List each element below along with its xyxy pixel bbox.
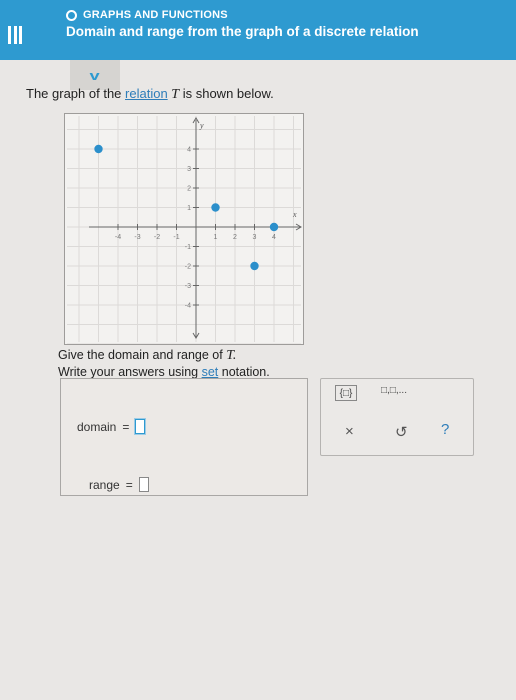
x-tick-label: 1 xyxy=(214,234,218,241)
help-icon: ? xyxy=(441,421,450,438)
answer-box: domain = range = xyxy=(60,378,308,496)
y-tick-label: -2 xyxy=(185,264,191,271)
help-button[interactable]: ? xyxy=(441,421,449,438)
topic-row: GRAPHS AND FUNCTIONS xyxy=(66,9,228,21)
intro-text: The graph of the relation T is shown bel… xyxy=(26,86,274,103)
undo-icon: ↺ xyxy=(395,424,408,441)
y-tick-label: -1 xyxy=(185,244,191,251)
x-axis-label: x xyxy=(292,210,297,219)
y-tick-label: -3 xyxy=(185,283,191,290)
set-notation-button[interactable]: {□} xyxy=(335,385,357,401)
x-tick-label: -2 xyxy=(154,234,160,241)
instructions-line-2-suffix: notation. xyxy=(221,365,270,379)
instructions-line-1: Give the domain and range of T. xyxy=(58,347,270,364)
relation-point xyxy=(250,261,259,271)
instructions-line-1-text: Give the domain and range of xyxy=(58,348,223,362)
y-tick-label: 3 xyxy=(187,166,191,173)
undo-button[interactable]: ↺ xyxy=(395,423,408,441)
list-icon: □,□,... xyxy=(381,385,407,396)
relation-link[interactable]: relation xyxy=(125,86,168,101)
y-tick-label: -4 xyxy=(185,303,191,310)
list-button[interactable]: □,□,... xyxy=(381,385,407,396)
relation-point xyxy=(269,222,279,232)
clear-button[interactable]: × xyxy=(345,423,354,440)
range-equals: = xyxy=(125,477,133,492)
menu-icon[interactable] xyxy=(8,26,22,44)
page-title: Domain and range from the graph of a dis… xyxy=(66,24,419,39)
topic-label: GRAPHS AND FUNCTIONS xyxy=(83,9,228,21)
domain-label: domain xyxy=(77,419,117,434)
range-label: range xyxy=(89,477,120,492)
y-axis-label: y xyxy=(199,121,204,130)
relation-point xyxy=(94,144,103,154)
domain-input[interactable] xyxy=(135,419,146,434)
range-input[interactable] xyxy=(138,477,149,492)
x-tick-label: -3 xyxy=(134,234,140,241)
instructions-line-2-text: Write your answers using xyxy=(58,365,199,379)
range-row: range = xyxy=(89,477,149,492)
domain-equals: = xyxy=(122,419,130,434)
set-notation-icon: {□} xyxy=(339,387,353,399)
y-tick-label: 2 xyxy=(187,186,191,193)
header-bar: GRAPHS AND FUNCTIONS Domain and range fr… xyxy=(0,0,516,60)
relation-variable: T xyxy=(171,87,180,102)
instructions-variable: T. xyxy=(226,348,237,363)
y-tick-label: 4 xyxy=(187,147,191,154)
intro-suffix: is shown below. xyxy=(182,86,274,101)
topic-status-icon xyxy=(66,9,77,21)
relation-graph: x y -4 -3 -2 -1 1 2 3 4 4 3 2 1 -1 -2 -3 -4 xyxy=(67,109,302,345)
y-tick-label: 1 xyxy=(187,205,191,212)
intro-prefix: The graph of the xyxy=(26,86,122,101)
x-tick-label: 3 xyxy=(253,234,257,241)
x-tick-label: -1 xyxy=(173,234,179,241)
domain-row: domain = xyxy=(77,419,146,434)
chevron-down-icon: v xyxy=(89,67,101,83)
relation-point xyxy=(211,203,220,212)
x-tick-label: 2 xyxy=(233,234,237,241)
clear-icon: × xyxy=(345,423,354,440)
set-link[interactable]: set xyxy=(202,365,219,379)
math-toolbox: {□} □,□,... × ↺ ? xyxy=(320,378,474,456)
instructions: Give the domain and range of T. Write yo… xyxy=(58,347,270,381)
graph-frame: x y -4 -3 -2 -1 1 2 3 4 4 3 2 1 -1 -2 -3 -4 xyxy=(64,109,304,345)
x-tick-label: -4 xyxy=(115,234,121,241)
x-tick-label: 4 xyxy=(272,234,276,241)
